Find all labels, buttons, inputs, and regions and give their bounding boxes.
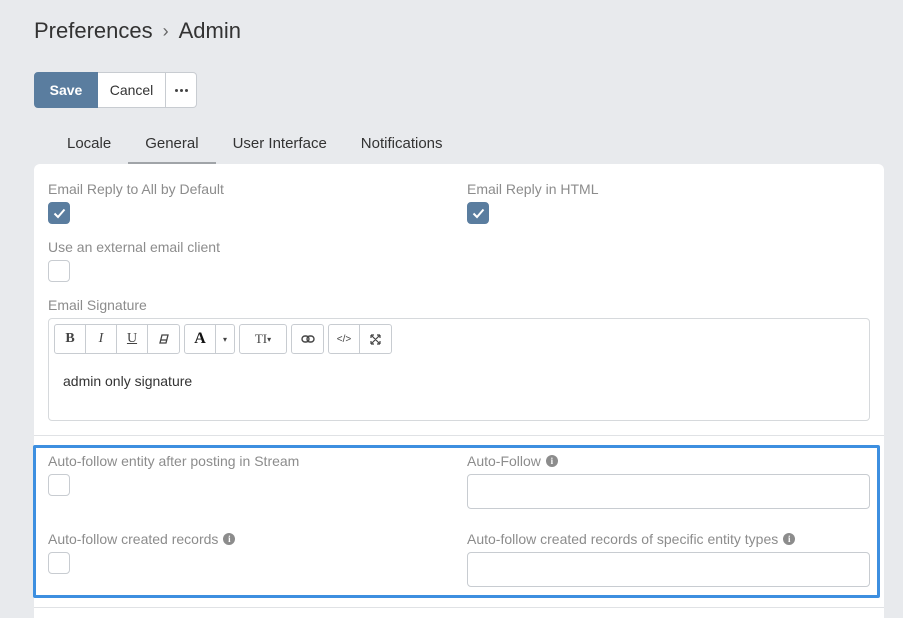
auto-follow-stream-checkbox[interactable] bbox=[48, 474, 70, 496]
breadcrumb-parent[interactable]: Preferences bbox=[34, 18, 153, 44]
tab-locale[interactable]: Locale bbox=[50, 128, 128, 164]
fullscreen-button[interactable] bbox=[360, 325, 391, 353]
signature-editor: B I U A ▾ TI ▾ </> admin only signature bbox=[48, 318, 870, 421]
email-signature-label: Email Signature bbox=[48, 297, 147, 313]
font-size-label: TI bbox=[254, 331, 268, 346]
tab-general[interactable]: General bbox=[128, 128, 216, 164]
email-reply-html-label: Email Reply in HTML bbox=[467, 181, 599, 197]
editor-toolbar: B I U A ▾ TI ▾ </> bbox=[54, 324, 392, 354]
signature-content[interactable]: admin only signature bbox=[63, 373, 192, 389]
more-actions-button[interactable] bbox=[166, 72, 197, 108]
section-divider bbox=[34, 607, 884, 608]
link-icon bbox=[300, 335, 315, 343]
chevron-down-icon[interactable]: ▾ bbox=[216, 325, 234, 353]
auto-follow-stream-label: Auto-follow entity after posting in Stre… bbox=[48, 453, 300, 469]
check-icon bbox=[53, 208, 66, 219]
email-reply-all-label: Email Reply to All by Default bbox=[48, 181, 224, 197]
info-icon[interactable]: i bbox=[223, 533, 236, 545]
action-buttons: Save Cancel bbox=[34, 72, 197, 108]
auto-follow-label: Auto-Follow bbox=[467, 453, 541, 469]
section-divider bbox=[34, 435, 884, 436]
auto-follow-created-label-wrap: Auto-follow created records i bbox=[48, 531, 236, 547]
font-color-button[interactable]: A bbox=[185, 325, 216, 353]
external-client-checkbox[interactable] bbox=[48, 260, 70, 282]
page-title: Admin bbox=[178, 18, 241, 43]
chevron-right-icon: › bbox=[162, 20, 169, 41]
auto-follow-types-label-wrap: Auto-follow created records of specific … bbox=[467, 531, 796, 547]
preferences-panel: Email Reply to All by Default Email Repl… bbox=[34, 164, 884, 618]
auto-follow-types-input[interactable] bbox=[467, 552, 870, 587]
tab-bar: Locale General User Interface Notificati… bbox=[50, 128, 460, 164]
tab-user-interface[interactable]: User Interface bbox=[216, 128, 344, 164]
cancel-button[interactable]: Cancel bbox=[98, 72, 166, 108]
auto-follow-types-label: Auto-follow created records of specific … bbox=[467, 531, 779, 547]
clear-format-button[interactable] bbox=[148, 325, 179, 353]
save-button[interactable]: Save bbox=[34, 72, 98, 108]
italic-button[interactable]: I bbox=[86, 325, 117, 353]
auto-follow-created-label: Auto-follow created records bbox=[48, 531, 219, 547]
external-client-label: Use an external email client bbox=[48, 239, 220, 255]
code-view-button[interactable]: </> bbox=[329, 325, 360, 353]
breadcrumb: Preferences › Admin bbox=[34, 18, 241, 44]
eraser-icon bbox=[158, 334, 169, 344]
email-reply-all-checkbox[interactable] bbox=[48, 202, 70, 224]
tab-notifications[interactable]: Notifications bbox=[344, 128, 460, 164]
info-icon[interactable]: i bbox=[545, 455, 558, 467]
font-size-button[interactable]: TI ▾ bbox=[240, 325, 286, 353]
underline-button[interactable]: U bbox=[117, 325, 148, 353]
chevron-down-icon: ▾ bbox=[267, 334, 272, 344]
auto-follow-label-wrap: Auto-Follow i bbox=[467, 453, 558, 469]
auto-follow-created-checkbox[interactable] bbox=[48, 552, 70, 574]
email-reply-html-checkbox[interactable] bbox=[467, 202, 489, 224]
info-icon[interactable]: i bbox=[783, 533, 796, 545]
fullscreen-icon bbox=[370, 333, 381, 345]
ellipsis-icon bbox=[174, 88, 188, 92]
check-icon bbox=[472, 208, 485, 219]
bold-button[interactable]: B bbox=[55, 325, 86, 353]
link-button[interactable] bbox=[292, 325, 323, 353]
auto-follow-input[interactable] bbox=[467, 474, 870, 509]
